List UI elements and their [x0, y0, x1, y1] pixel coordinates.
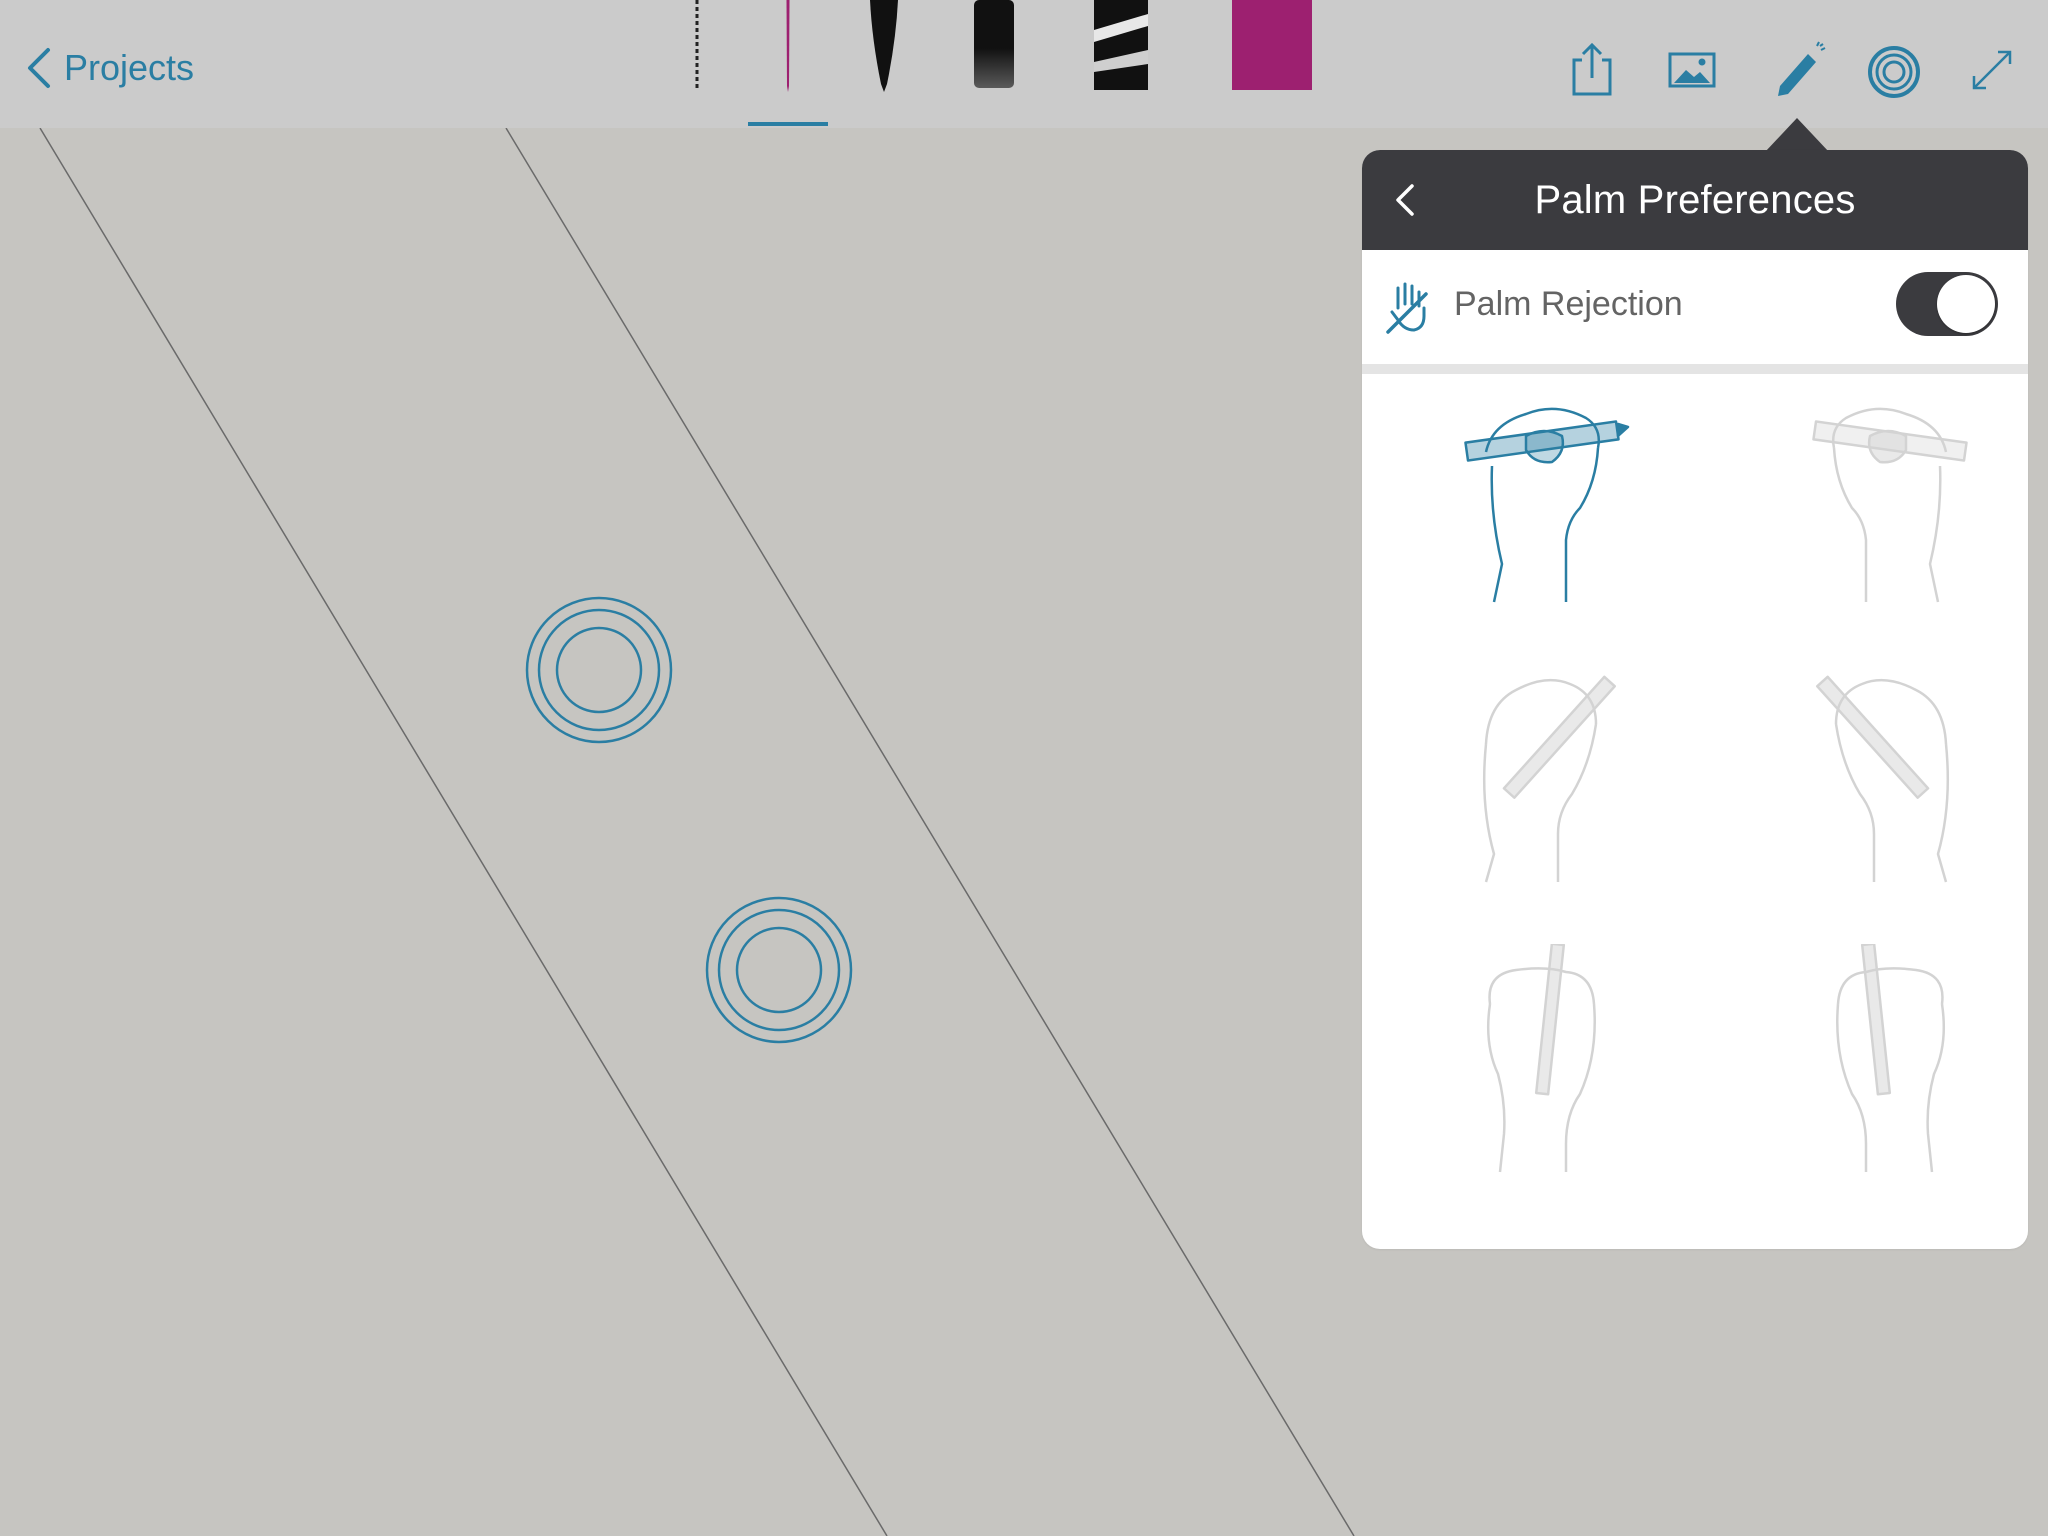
- top-toolbar: [0, 0, 2048, 128]
- pencil-icon: [1778, 41, 1826, 96]
- chevron-left-icon: [28, 48, 50, 88]
- hand-grip-icon: [1816, 675, 1950, 883]
- hand-grip-icon: [1836, 944, 1946, 1173]
- popover-title: Palm Preferences: [1534, 177, 1856, 222]
- hand-grip-icon: [1464, 407, 1630, 603]
- fullscreen-icon: [1972, 50, 2012, 90]
- fullscreen-button[interactable]: [1962, 40, 2022, 100]
- touch-indicator: [705, 896, 853, 1044]
- grip-angled-left[interactable]: [1766, 654, 1986, 884]
- palm-rejection-icon: [1386, 282, 1428, 334]
- palm-rejection-label: Palm Rejection: [1454, 285, 1683, 323]
- grip-vertical-left[interactable]: [1766, 944, 1986, 1174]
- palm-preferences-popover: Palm Preferences Palm Rejection: [1362, 150, 2028, 1249]
- pencil-button[interactable]: [1768, 40, 1828, 100]
- hand-grip-icon: [1486, 944, 1596, 1173]
- stylus-icon: [1868, 46, 1920, 98]
- popover-header: Palm Preferences: [1362, 150, 2028, 250]
- share-icon: [1572, 42, 1612, 96]
- popover-arrow: [1765, 118, 1829, 152]
- toggle-knob: [1937, 275, 1995, 333]
- chevron-left-icon: [1396, 184, 1414, 216]
- selected-brush-indicator: [748, 122, 828, 126]
- projects-back-button[interactable]: Projects: [24, 40, 194, 96]
- grip-angled-right[interactable]: [1446, 654, 1666, 884]
- palm-rejection-row: Palm Rejection: [1362, 250, 2028, 374]
- grip-overhand-left[interactable]: [1766, 374, 1986, 604]
- grip-vertical-right[interactable]: [1446, 944, 1666, 1174]
- hand-grip-icon: [1482, 675, 1616, 883]
- image-button[interactable]: [1662, 40, 1722, 100]
- touch-indicator: [525, 596, 673, 744]
- brush-tapered[interactable]: [862, 0, 906, 92]
- guide-line-right: [505, 127, 1355, 1536]
- brush-thin-pen[interactable]: [772, 0, 804, 92]
- projects-label: Projects: [64, 47, 195, 88]
- color-swatch[interactable]: [1232, 0, 1312, 92]
- grip-options: [1362, 374, 2028, 1234]
- grip-overhand-right[interactable]: [1446, 374, 1666, 604]
- guide-line-left: [39, 127, 888, 1536]
- brush-eraser[interactable]: [1094, 0, 1148, 92]
- brush-dashed[interactable]: [692, 0, 702, 92]
- share-button[interactable]: [1562, 40, 1622, 100]
- image-icon: [1668, 52, 1716, 88]
- hand-grip-icon: [1812, 407, 1968, 603]
- palm-rejection-toggle[interactable]: [1896, 272, 1998, 336]
- stylus-button[interactable]: [1864, 40, 1924, 100]
- brush-marker[interactable]: [972, 0, 1016, 92]
- popover-back-button[interactable]: [1384, 178, 1424, 222]
